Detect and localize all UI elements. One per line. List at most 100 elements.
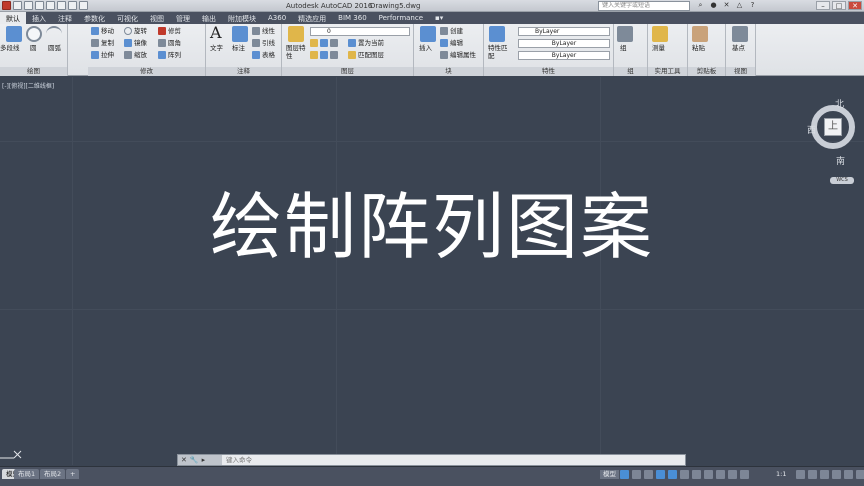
save-icon[interactable]	[35, 1, 44, 10]
drawing-viewport[interactable]: [-][俯视][二维线框] 绘制阵列图案 上 北 西 南 WCS	[0, 77, 864, 465]
group-button[interactable]: 组	[620, 44, 627, 53]
redo-icon[interactable]	[79, 1, 88, 10]
wcs-menu[interactable]: WCS	[830, 177, 854, 184]
linear-button[interactable]: 线性	[252, 27, 275, 36]
command-input[interactable]: 键入命令	[226, 455, 252, 465]
help-search-input[interactable]: 键入关键字或短语	[598, 1, 690, 11]
search-icon[interactable]: ⌕	[696, 1, 705, 10]
insert-button[interactable]: 插入	[419, 44, 432, 53]
dimension-button[interactable]: 标注	[232, 44, 245, 53]
match-layer-button[interactable]: 匹配图层	[348, 51, 384, 60]
modify-panel-title[interactable]: 修改	[88, 67, 205, 76]
clean-screen-icon[interactable]	[844, 470, 853, 479]
arc-button[interactable]: 圆弧	[48, 44, 61, 53]
edit-attributes-button[interactable]: 编辑属性	[440, 51, 476, 60]
tab-annotate[interactable]: 注释	[52, 12, 78, 24]
tab-bim360[interactable]: BIM 360	[332, 12, 373, 24]
exchange-icon[interactable]: ✕	[722, 1, 731, 10]
arc-icon[interactable]	[46, 26, 62, 42]
match-properties-button[interactable]: 特性匹配	[488, 44, 508, 60]
polyline-icon[interactable]	[6, 26, 22, 42]
selection-cycling-icon[interactable]	[716, 470, 725, 479]
command-line[interactable]: ✕ 🔧 ▸ 键入命令	[177, 454, 686, 466]
groups-panel-title[interactable]: 组	[614, 67, 647, 76]
color-dropdown[interactable]: ByLayer	[518, 27, 610, 36]
transparency-icon[interactable]	[704, 470, 713, 479]
snap-icon[interactable]	[632, 470, 641, 479]
match-properties-icon[interactable]	[489, 26, 505, 42]
polyline-button[interactable]: 多段线	[0, 44, 20, 53]
properties-panel-title[interactable]: 特性	[484, 67, 613, 76]
viewcube-top-face[interactable]: 上	[824, 118, 842, 136]
dimension-icon[interactable]	[232, 26, 248, 42]
block-panel-title[interactable]: 块	[414, 67, 483, 76]
compass-west[interactable]: 西	[807, 123, 816, 136]
viewport-controls-label[interactable]: [-][俯视][二维线框]	[2, 81, 54, 90]
rotate-button[interactable]: 旋转	[124, 27, 147, 36]
maximize-button[interactable]: □	[832, 1, 846, 10]
paste-icon[interactable]	[692, 26, 708, 42]
layer-off-icon[interactable]	[330, 51, 338, 59]
open-file-icon[interactable]	[24, 1, 33, 10]
annotation-scale[interactable]: 1:1	[776, 470, 786, 478]
tab-featured-apps[interactable]: 精选应用	[292, 12, 332, 24]
lineweight-dropdown[interactable]: ByLayer	[518, 51, 610, 60]
osnap-icon[interactable]	[668, 470, 677, 479]
tab-addins[interactable]: 附加模块	[222, 12, 262, 24]
layer-lock-icon[interactable]	[330, 39, 338, 47]
layers-panel-title[interactable]: 图层	[282, 67, 413, 76]
annotation-visibility-icon[interactable]	[728, 470, 737, 479]
customize-icon[interactable]: 🔧	[190, 455, 199, 465]
layer-unisolate-icon[interactable]	[320, 51, 328, 59]
copy-button[interactable]: 复制	[91, 39, 114, 48]
undo-icon[interactable]	[68, 1, 77, 10]
minimize-button[interactable]: –	[816, 1, 830, 10]
array-button[interactable]: 阵列	[158, 51, 181, 60]
linetype-dropdown[interactable]: ByLayer	[518, 39, 610, 48]
close-cmdline-icon[interactable]: ✕	[181, 455, 187, 465]
group-icon[interactable]	[617, 26, 633, 42]
layer-freeze-icon[interactable]	[320, 39, 328, 47]
trim-button[interactable]: 修剪	[158, 27, 181, 36]
tab-a360[interactable]: A360	[262, 12, 292, 24]
gear-icon[interactable]	[796, 470, 805, 479]
circle-icon[interactable]	[26, 26, 42, 42]
tab-layout2[interactable]: 布局2	[40, 469, 66, 479]
text-icon[interactable]: A	[210, 25, 222, 41]
stretch-button[interactable]: 拉伸	[91, 51, 114, 60]
customization-icon[interactable]	[856, 470, 864, 479]
clipboard-panel-title[interactable]: 剪贴板	[688, 67, 725, 76]
annotation-panel-title[interactable]: 注释	[206, 67, 281, 76]
help-icon[interactable]: ?	[748, 1, 757, 10]
polar-icon[interactable]	[656, 470, 665, 479]
recent-commands-icon[interactable]: ▸	[202, 455, 206, 465]
create-block-button[interactable]: 创建	[440, 27, 463, 36]
layer-properties-icon[interactable]	[288, 26, 304, 42]
measure-icon[interactable]	[652, 26, 668, 42]
layer-dropdown[interactable]: 0	[310, 27, 410, 36]
otrack-icon[interactable]	[680, 470, 689, 479]
ribbon-toggle-icon[interactable]: ▪▾	[429, 12, 449, 24]
circle-button[interactable]: 圆	[30, 44, 37, 53]
edit-block-button[interactable]: 编辑	[440, 39, 463, 48]
view-panel-title[interactable]: 视图	[726, 67, 755, 76]
base-icon[interactable]	[732, 26, 748, 42]
model-space-toggle[interactable]: 模型	[600, 470, 619, 479]
isolate-objects-icon[interactable]	[820, 470, 829, 479]
grid-icon[interactable]	[620, 470, 629, 479]
mirror-button[interactable]: 镜像	[124, 39, 147, 48]
utilities-panel-title[interactable]: 实用工具	[648, 67, 687, 76]
insert-block-icon[interactable]	[420, 26, 436, 42]
text-button[interactable]: 文字	[210, 44, 223, 53]
a360-icon[interactable]: △	[735, 1, 744, 10]
app-menu-icon[interactable]	[2, 1, 11, 10]
close-button[interactable]: ✕	[848, 1, 862, 10]
layer-on-icon[interactable]	[310, 39, 318, 47]
layer-properties-button[interactable]: 图层特性	[286, 44, 306, 60]
tab-home[interactable]: 默认	[0, 12, 26, 24]
tab-view[interactable]: 视图	[144, 12, 170, 24]
user-icon[interactable]: ●	[709, 1, 718, 10]
base-button[interactable]: 基点	[732, 44, 745, 53]
new-file-icon[interactable]	[13, 1, 22, 10]
compass-north[interactable]: 北	[835, 97, 844, 110]
